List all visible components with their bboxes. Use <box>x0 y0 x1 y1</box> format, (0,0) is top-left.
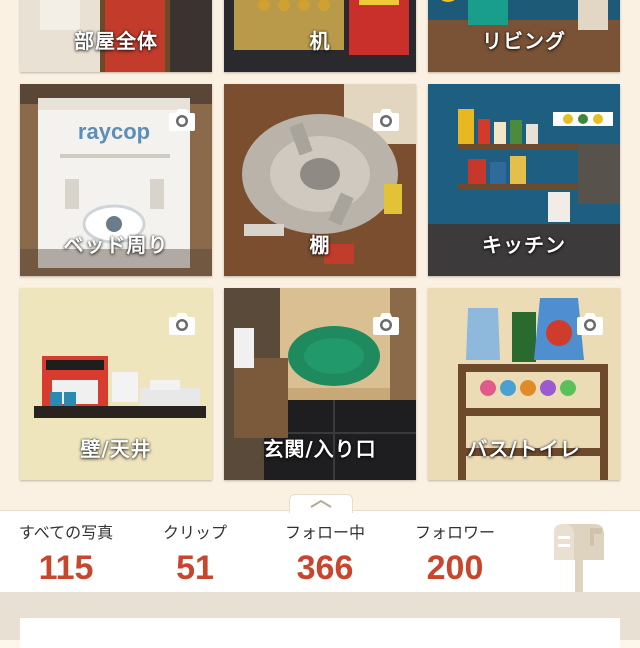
camera-icon[interactable] <box>572 306 608 342</box>
room-tile-whole-room[interactable]: 部屋全体 <box>20 0 212 72</box>
stat-following[interactable]: フォロー中 366 <box>268 519 382 588</box>
content-card <box>20 618 620 648</box>
room-tile-bedside[interactable]: raycop ベッド周り <box>20 84 212 276</box>
stat-value: 51 <box>176 549 214 587</box>
room-label: 棚 <box>309 233 331 257</box>
room-label: バス/トイレ <box>467 437 581 461</box>
room-tile-wall-ceiling[interactable]: 壁/天井 <box>20 288 212 480</box>
stat-all-photos[interactable]: すべての写真 115 <box>10 519 122 588</box>
chevron-up-icon <box>310 499 332 508</box>
profile-stats-bar: すべての写真 115 クリップ 51 フォロー中 366 フォロワー 200 <box>0 510 640 593</box>
room-label: ベッド周り <box>63 233 169 257</box>
stat-value: 115 <box>38 549 94 587</box>
room-label: 壁/天井 <box>80 437 152 461</box>
collapse-toggle-button[interactable] <box>289 494 353 513</box>
stat-label: フォロワー <box>414 523 495 542</box>
svg-text:raycop: raycop <box>78 119 150 144</box>
stat-label: クリップ <box>162 523 227 542</box>
room-tile-kitchen[interactable]: キッチン <box>428 84 620 276</box>
room-tile-entrance[interactable]: 玄関/入り口 <box>224 288 416 480</box>
stat-label: すべての写真 <box>18 523 114 542</box>
room-tile-living[interactable]: リビング <box>428 0 620 72</box>
stat-value: 366 <box>296 549 354 587</box>
stat-clips[interactable]: クリップ 51 <box>143 519 247 588</box>
stat-followers[interactable]: フォロワー 200 <box>398 519 512 588</box>
room-tile-shelf[interactable]: 棚 <box>224 84 416 276</box>
room-tile-bath-toilet[interactable]: バス/トイレ <box>428 288 620 480</box>
room-label: 部屋全体 <box>74 29 158 53</box>
stat-value: 200 <box>426 549 484 587</box>
room-label: キッチン <box>482 233 566 257</box>
stat-label: フォロー中 <box>284 523 365 542</box>
camera-icon[interactable] <box>368 102 404 138</box>
camera-icon[interactable] <box>368 306 404 342</box>
content-area <box>0 592 640 648</box>
camera-icon[interactable] <box>164 102 200 138</box>
mailbox-icon[interactable] <box>548 522 610 592</box>
room-label: 玄関/入り口 <box>263 437 377 461</box>
room-tile-desk[interactable]: 机 <box>224 0 416 72</box>
room-category-grid: 部屋全体 机 リビング raycop ベッド周り 棚 キッチン 壁/天井 玄関/… <box>0 0 640 510</box>
camera-icon[interactable] <box>164 306 200 342</box>
room-label: 机 <box>309 29 331 53</box>
room-label: リビング <box>482 29 566 53</box>
